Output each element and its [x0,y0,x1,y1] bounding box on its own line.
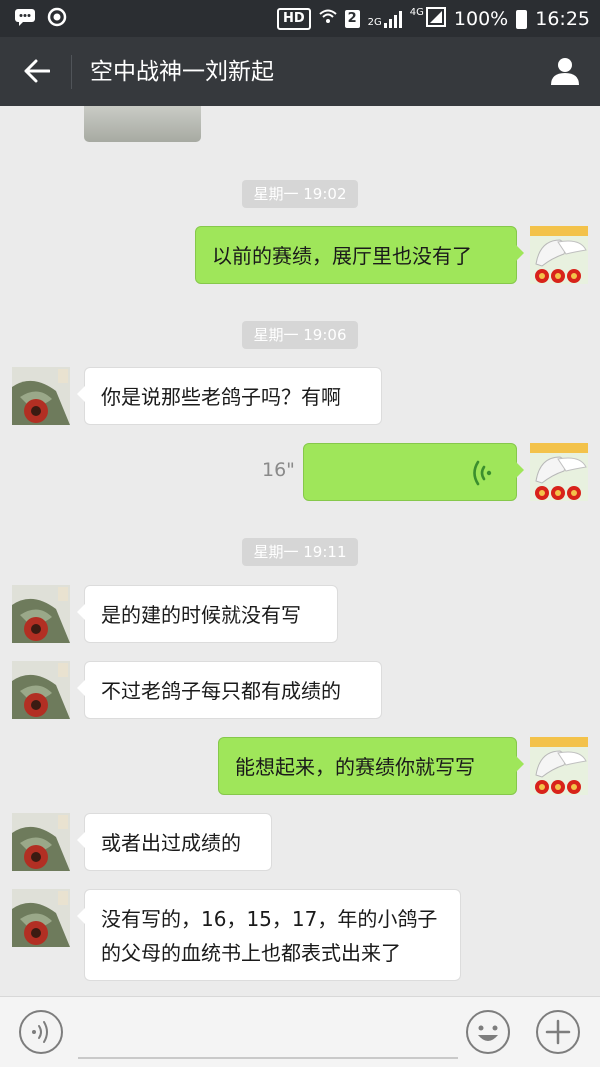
voice-toggle-button[interactable] [18,1009,64,1055]
my-avatar[interactable] [530,737,588,795]
voice-duration: 16" [262,459,295,481]
network-4g-label: 4G [409,6,424,18]
chat-header: 空中战神一刘新起 [0,37,600,106]
wifi-icon [318,8,337,31]
input-bar [0,996,600,1067]
incoming-message[interactable]: 没有写的，16，15，17，年的小鸽子的父母的血统书上也都表式出来了 [77,889,461,981]
incoming-message[interactable]: 或者出过成绩的 [77,813,272,871]
outgoing-message[interactable]: 以前的赛绩，展厅里也没有了 [195,226,524,284]
timestamp: 星期一 19:11 [242,538,358,566]
message-input[interactable] [78,1011,458,1059]
message-text: 是的建的时候就没有写 [101,603,301,627]
voice-icon [19,1010,63,1054]
battery-icon [516,9,528,29]
chat-info-button[interactable] [544,50,586,92]
message-list[interactable]: 星期一 19:02 以前的赛绩，展厅里也没有了 星期一 19:06 你是说那些老… [0,106,600,996]
contact-avatar[interactable] [12,367,70,425]
contact-avatar[interactable] [12,813,70,871]
signal-strength-icon [425,6,446,32]
message-text: 你是说那些老鸽子吗？有啊 [101,385,341,409]
timestamp: 星期一 19:02 [242,180,358,208]
my-avatar[interactable] [530,226,588,284]
plus-icon [536,1010,580,1054]
voice-message[interactable] [303,443,524,501]
back-arrow-icon [24,59,50,83]
emoji-button[interactable] [465,1009,511,1055]
my-avatar[interactable] [530,443,588,501]
clock: 16:25 [535,8,590,30]
person-icon [551,58,579,85]
incoming-message[interactable]: 你是说那些老鸽子吗？有啊 [77,367,382,425]
contact-avatar[interactable] [12,661,70,719]
page-title: 空中战神一刘新起 [90,59,274,85]
header-divider [71,55,72,89]
sim-badge: 2 [344,10,360,28]
voice-wave-icon [473,460,492,486]
back-button[interactable] [16,50,58,92]
message-notification-icon [14,6,36,28]
more-options-button[interactable] [535,1009,581,1055]
message-text: 没有写的，16，15，17，年的小鸽子的父母的血统书上也都表式出来了 [101,907,438,965]
app-notification-icon [46,6,68,28]
contact-avatar[interactable] [12,585,70,643]
incoming-message[interactable]: 不过老鸽子每只都有成绩的 [77,661,382,719]
message-text: 不过老鸽子每只都有成绩的 [101,679,341,703]
emoji-icon [466,1010,510,1054]
network-2g-label: 2G [367,17,382,28]
message-text: 能想起来，的赛绩你就写写 [235,755,475,779]
timestamp: 星期一 19:06 [242,321,358,349]
status-bar: HD 2 2G 4G 100% 16:25 [0,0,600,37]
outgoing-message[interactable]: 能想起来，的赛绩你就写写 [218,737,524,795]
signal-icon [383,10,402,28]
message-text: 以前的赛绩，展厅里也没有了 [212,244,472,268]
incoming-message[interactable]: 是的建的时候就没有写 [77,585,338,643]
message-text: 或者出过成绩的 [101,831,241,855]
image-message-partial[interactable] [84,106,201,142]
hd-badge: HD [276,8,311,30]
contact-avatar[interactable] [12,889,70,947]
battery-level: 100% [453,8,509,30]
